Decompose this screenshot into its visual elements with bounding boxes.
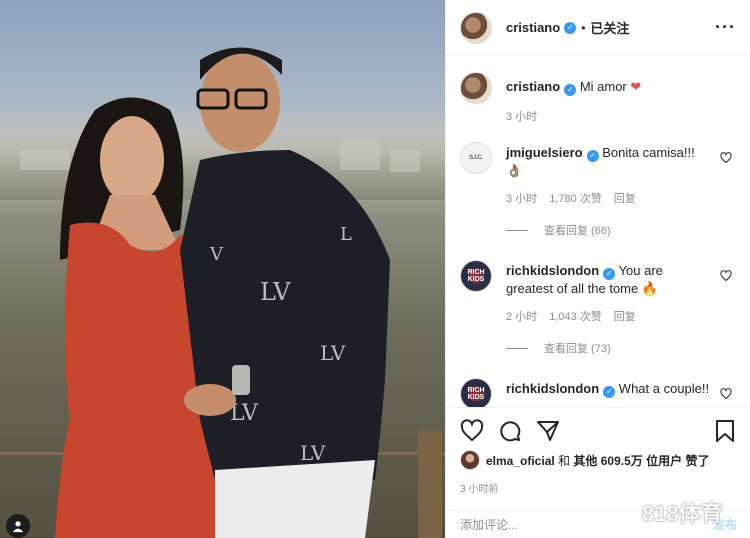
couple-illustration: LV LV LV LV V L bbox=[55, 47, 390, 538]
caption: cristiano ✓ Mi amor ❤ 3 小时 bbox=[460, 72, 736, 126]
comment-item: RICH KIDS richkidslondon ✓ What a couple!… bbox=[460, 378, 736, 407]
post-header: cristiano ✓ • 已关注 ··· bbox=[446, 0, 750, 56]
verified-icon: ✓ bbox=[586, 150, 599, 162]
share-paper-plane-icon[interactable] bbox=[536, 419, 560, 443]
like-comment-heart-icon[interactable] bbox=[720, 388, 732, 400]
comment-bubble-icon[interactable] bbox=[498, 419, 522, 443]
commenter-avatar[interactable]: RICH KIDS bbox=[460, 378, 492, 407]
avatar-text: RICH KIDS bbox=[467, 387, 485, 401]
likes-text: elma_oficial 和 其他 609.5万 位用户 赞了 bbox=[486, 452, 709, 469]
verified-icon: ✓ bbox=[564, 21, 577, 34]
svg-text:LV: LV bbox=[260, 278, 291, 306]
post-timestamp: 3 小时前 bbox=[460, 484, 499, 495]
commenter-avatar[interactable]: RICH KIDS bbox=[460, 260, 492, 292]
more-options-icon[interactable]: ··· bbox=[715, 17, 736, 38]
svg-text:V: V bbox=[209, 244, 224, 265]
verified-icon: ✓ bbox=[603, 268, 616, 280]
post-actions: elma_oficial 和 其他 609.5万 位用户 赞了 3 小时前 bbox=[446, 407, 750, 495]
avatar-text: S.I.C. bbox=[469, 155, 483, 161]
watermark-text: 818体育 bbox=[642, 501, 723, 526]
comments-list[interactable]: cristiano ✓ Mi amor ❤ 3 小时 S.I.C. jmiguel… bbox=[446, 56, 750, 407]
like-comment-heart-icon[interactable] bbox=[720, 152, 732, 164]
caption-time: 3 小时 bbox=[506, 111, 538, 123]
caption-text: Mi amor bbox=[579, 79, 627, 94]
liker-username[interactable]: elma_oficial bbox=[486, 454, 555, 468]
comment-likes[interactable]: 1,780 次赞 bbox=[549, 190, 602, 208]
avatar-text: RICH KIDS bbox=[467, 269, 485, 283]
author-avatar[interactable] bbox=[460, 11, 492, 44]
likes-summary[interactable]: elma_oficial 和 其他 609.5万 位用户 赞了 bbox=[460, 450, 737, 470]
separator-dot: • bbox=[581, 20, 586, 35]
likes-suffix: 赞了 bbox=[685, 453, 710, 468]
add-comment-input[interactable]: 添加评论... bbox=[460, 516, 518, 533]
likes-count[interactable]: 其他 609.5万 位用户 bbox=[573, 454, 682, 468]
view-replies-label: 查看回复 (73) bbox=[544, 343, 611, 355]
verified-icon: ✓ bbox=[564, 84, 577, 96]
verified-icon: ✓ bbox=[603, 386, 616, 398]
svg-text:L: L bbox=[340, 224, 352, 245]
reply-button[interactable]: 回复 bbox=[614, 190, 636, 208]
red-heart-emoji: ❤ bbox=[630, 79, 642, 94]
like-heart-icon[interactable] bbox=[460, 419, 484, 443]
caption-username[interactable]: cristiano bbox=[506, 79, 560, 94]
replies-line bbox=[506, 347, 528, 349]
comment-text: What a couple!! bbox=[618, 381, 710, 396]
reply-button[interactable]: 回复 bbox=[614, 308, 636, 326]
header-user: cristiano ✓ • 已关注 bbox=[506, 18, 629, 37]
commenter-avatar[interactable]: S.I.C. bbox=[460, 142, 492, 174]
tagged-people-icon[interactable] bbox=[6, 514, 30, 538]
commenter-username[interactable]: richkidslondon bbox=[506, 381, 599, 396]
comment-likes[interactable]: 1,043 次赞 bbox=[549, 308, 602, 326]
caption-avatar[interactable] bbox=[460, 72, 492, 104]
author-username[interactable]: cristiano bbox=[506, 20, 560, 35]
liker-avatar[interactable] bbox=[460, 450, 480, 470]
comment-item: S.I.C. jmiguelsiero ✓ Bonita camisa!!!👌🏽 … bbox=[460, 142, 736, 208]
comment-item: RICH KIDS richkidslondon ✓ You are greate… bbox=[460, 260, 736, 326]
post-side-panel: cristiano ✓ • 已关注 ··· cristiano ✓ Mi amor… bbox=[445, 0, 750, 538]
bookmark-icon[interactable] bbox=[713, 419, 737, 443]
replies-line bbox=[506, 229, 528, 231]
view-replies-button[interactable]: 查看回复 (73) bbox=[506, 340, 736, 356]
post-photo[interactable]: LV LV LV LV V L bbox=[0, 0, 445, 538]
commenter-username[interactable]: richkidslondon bbox=[506, 263, 599, 278]
comment-time: 2 小时 bbox=[506, 311, 538, 323]
svg-text:LV: LV bbox=[300, 441, 326, 465]
like-comment-heart-icon[interactable] bbox=[720, 270, 732, 282]
follow-status-button[interactable]: 已关注 bbox=[590, 18, 629, 37]
commenter-username[interactable]: jmiguelsiero bbox=[506, 145, 583, 160]
view-replies-label: 查看回复 (66) bbox=[544, 225, 611, 237]
comment-time: 3 小时 bbox=[506, 193, 538, 205]
view-replies-button[interactable]: 查看回复 (66) bbox=[506, 222, 736, 238]
svg-text:LV: LV bbox=[320, 341, 346, 365]
likes-connector: 和 bbox=[558, 453, 571, 468]
